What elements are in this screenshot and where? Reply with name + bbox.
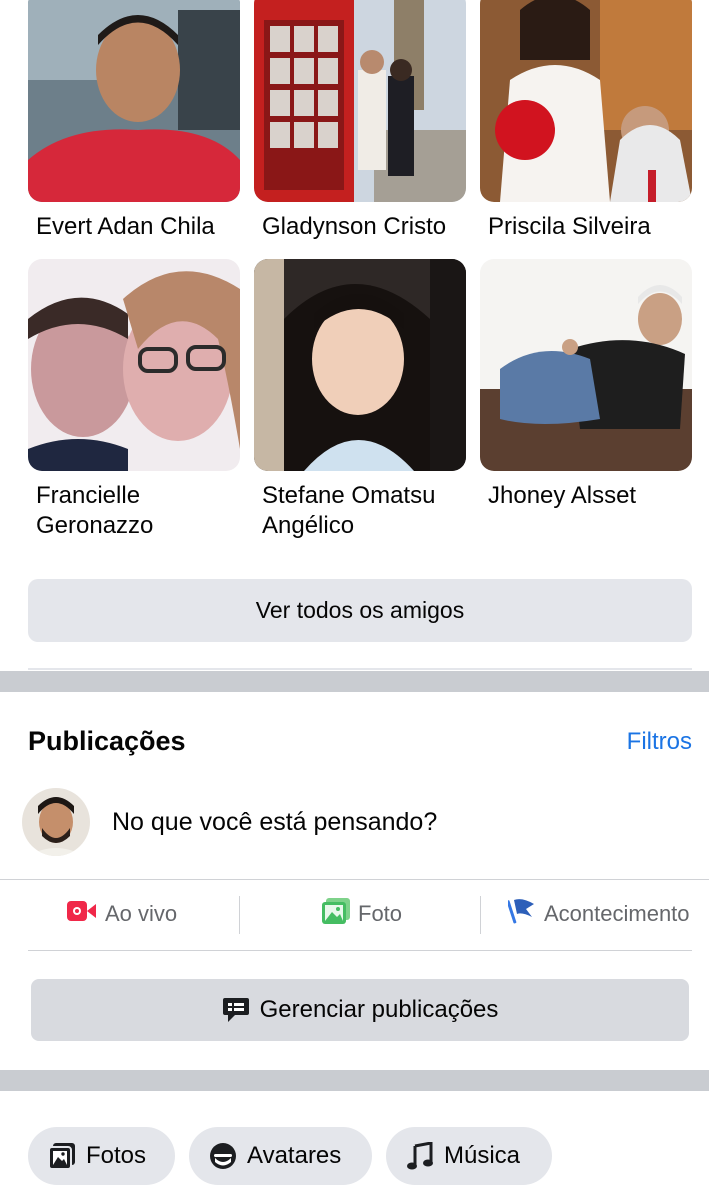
friend-photo[interactable]: [480, 259, 692, 471]
avatars-chip-label: Avatares: [247, 1142, 342, 1169]
friends-grid: Evert Adan Chila Gladynson Cristo Prisci…: [0, 0, 709, 670]
manage-posts-label: Gerenciar publicações: [259, 996, 499, 1023]
music-chip-label: Música: [444, 1142, 521, 1169]
divider: [0, 879, 709, 880]
friend-photo[interactable]: [480, 0, 692, 202]
photos-icon: [48, 1142, 76, 1170]
friend-name[interactable]: Priscila Silveira: [488, 212, 698, 242]
friend-photo[interactable]: [28, 0, 240, 202]
live-video-button[interactable]: Ao vivo: [67, 896, 177, 932]
live-video-icon: [67, 900, 97, 928]
post-composer-input[interactable]: No que você está pensando?: [112, 808, 437, 837]
flag-icon: [506, 898, 536, 930]
friend-photo[interactable]: [28, 259, 240, 471]
photos-chip-label: Fotos: [86, 1142, 147, 1169]
section-separator: [0, 671, 709, 692]
avatar[interactable]: [22, 788, 90, 856]
live-video-label: Ao vivo: [105, 901, 178, 926]
avatar-icon: [209, 1142, 237, 1170]
friend-name[interactable]: Francielle Geronazzo: [36, 481, 246, 541]
life-event-label: Acontecimento: [544, 901, 690, 926]
avatars-chip[interactable]: Avatares: [189, 1127, 372, 1185]
photos-chip[interactable]: Fotos: [28, 1127, 175, 1185]
photo-button[interactable]: Foto: [322, 896, 402, 932]
photo-icon: [322, 898, 350, 930]
manage-posts-button[interactable]: Gerenciar publicações: [31, 979, 689, 1041]
chat-bubble-icon: [222, 996, 250, 1024]
friend-name[interactable]: Jhoney Alsset: [488, 481, 698, 511]
friend-photo[interactable]: [254, 259, 466, 471]
divider: [28, 668, 692, 670]
divider: [28, 950, 692, 951]
filters-link[interactable]: Filtros: [627, 728, 692, 756]
divider: [480, 896, 481, 934]
friend-name[interactable]: Stefane Omatsu Angélico: [262, 481, 472, 541]
photo-label: Foto: [358, 901, 403, 926]
friend-photo[interactable]: [254, 0, 466, 202]
section-separator: [0, 1070, 709, 1091]
see-all-friends-button[interactable]: Ver todos os amigos: [28, 579, 692, 642]
friend-name[interactable]: Gladynson Cristo: [262, 212, 472, 242]
music-chip[interactable]: Música: [386, 1127, 552, 1185]
friend-name[interactable]: Evert Adan Chila: [36, 212, 246, 242]
music-note-icon: [406, 1142, 434, 1170]
divider: [239, 896, 240, 934]
section-title: Publicações: [28, 726, 186, 756]
life-event-button[interactable]: Acontecimento: [506, 896, 690, 932]
